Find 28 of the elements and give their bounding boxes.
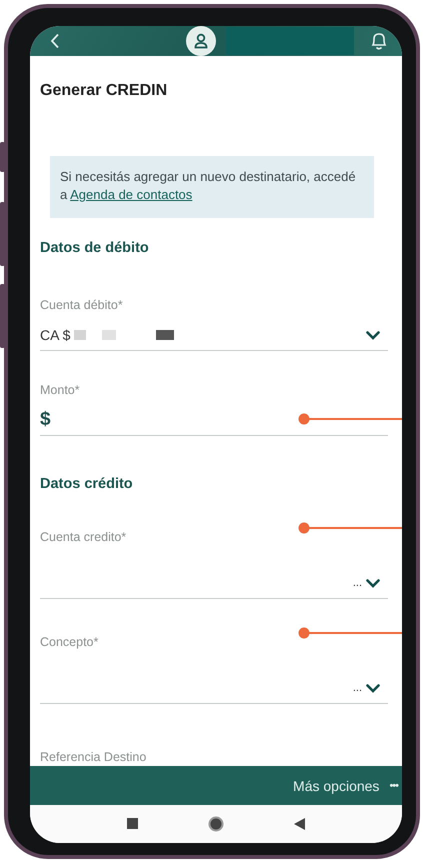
chevron-down-icon [366,330,380,340]
info-text: Si necesitás agregar un nuevo destinatario, accedé a Agenda de contactos [60,169,356,202]
ellipsis-text: ... [352,682,362,694]
field-label: Monto* [40,383,80,397]
more-options-link[interactable]: Más opciones [293,778,380,794]
chevron-down-icon [366,578,380,588]
back-icon[interactable] [50,33,60,49]
field-label: Concepto* [40,635,98,649]
person-icon [194,33,208,49]
currency-symbol: $ [40,409,51,431]
section-heading: Datos de débito [40,240,150,256]
chevron-down-icon [366,684,380,692]
bell-icon[interactable] [370,31,388,51]
dropdown-field[interactable]: CA $ [40,320,388,351]
field-label: Referencia Destino [40,750,146,764]
avatar[interactable] [186,26,216,56]
page-title: Generar CREDIN [40,82,168,100]
ellipsis-text: ... [352,577,362,589]
home-icon[interactable] [208,816,224,832]
back-triangle-icon[interactable] [294,818,305,830]
field-label: Cuenta credito* [40,530,126,544]
more-dots[interactable]: ••• [389,780,398,792]
field-label: Cuenta débito* [40,298,123,312]
section-heading: Datos crédito [40,476,134,492]
field-value: CA $ [40,327,70,343]
dropdown-field[interactable]: ... [40,568,388,599]
contacts-link[interactable]: Agenda de contactos [70,187,192,202]
dropdown-field[interactable]: ... [40,673,388,704]
